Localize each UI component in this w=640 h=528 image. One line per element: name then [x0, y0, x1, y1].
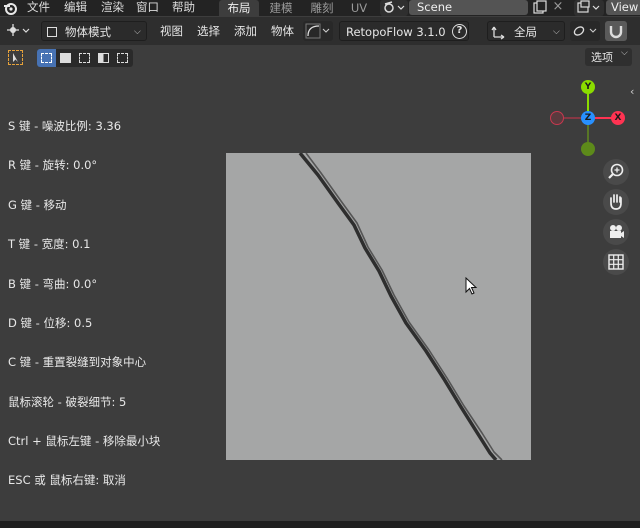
editor-type-button[interactable] [3, 21, 35, 41]
gizmo-x-label: X [614, 113, 622, 123]
select-tool-button[interactable] [8, 50, 23, 65]
zoom-button[interactable] [603, 159, 629, 185]
options-dropdown[interactable]: 选项 ⌵ [585, 48, 632, 66]
menu-help[interactable]: 帮助 [172, 0, 195, 16]
menu-add[interactable]: 添加 [234, 21, 257, 41]
status-bar [0, 521, 640, 528]
select-invert-icon [98, 53, 109, 63]
select-subtract-button[interactable] [75, 49, 94, 67]
hint-move: G 键 - 移动 [8, 198, 67, 212]
cursor-arrow-icon [13, 53, 18, 62]
object-mode-icon [47, 27, 57, 37]
help-icon[interactable]: ? [452, 24, 467, 39]
hint-offset: D 键 - 位移: 0.5 [8, 316, 93, 330]
curve-icon [305, 23, 330, 39]
view-layer-icon [577, 0, 600, 13]
viewport-header: 物体模式 ⌵ 视图 选择 添加 物体 RetopoFlow 3.1.0 ? 全局… [0, 17, 640, 45]
select-extend-button[interactable] [56, 49, 75, 67]
menu-file[interactable]: 文件 [27, 0, 50, 16]
hint-cancel: ESC 或 鼠标右键: 取消 [8, 473, 126, 487]
link-icon [573, 26, 597, 36]
hint-rotation: R 键 - 旋转: 0.0° [8, 158, 98, 172]
orientation-label: 全局 [514, 25, 537, 39]
view-layer-field[interactable]: View [606, 0, 640, 15]
transform-orientation-dropdown[interactable]: 全局 ⌵ [487, 21, 565, 41]
snap-toggle[interactable] [605, 21, 627, 41]
camera-view-button[interactable] [603, 219, 629, 245]
select-intersect-icon [117, 53, 128, 63]
selection-mode-group [37, 49, 133, 67]
zoom-icon [608, 163, 624, 179]
gpencil-dropdown[interactable] [303, 21, 333, 41]
retopoflow-label: RetopoFlow 3.1.0 [346, 25, 446, 39]
scene-icon [384, 1, 405, 13]
pan-button[interactable] [603, 189, 629, 215]
menu-window[interactable]: 窗口 [136, 0, 159, 16]
hint-fracture-detail: 鼠标滚轮 - 破裂细节: 5 [8, 395, 127, 409]
mouse-cursor-icon [465, 276, 479, 297]
hint-bend: B 键 - 弯曲: 0.0° [8, 277, 98, 291]
hint-remove-smallest: Ctrl + 鼠标左键 - 移除最小块 [8, 434, 161, 448]
options-label: 选项 [591, 51, 613, 64]
chevron-down-icon: ⌵ [553, 27, 560, 37]
grid-icon [608, 254, 624, 270]
menu-render[interactable]: 渲染 [101, 0, 124, 16]
navigation-gizmo[interactable]: Y X Z [545, 78, 635, 162]
crack-line [298, 151, 503, 462]
gizmo-neg-x-axis[interactable] [550, 111, 564, 125]
hand-icon [610, 194, 622, 210]
hint-width: T 键 - 宽度: 0.1 [8, 237, 91, 251]
select-set-button[interactable] [37, 49, 56, 67]
gizmo-neg-y-axis[interactable] [581, 142, 595, 156]
chevron-down-icon: ⌵ [134, 27, 141, 37]
view-layer-name: View [611, 0, 639, 14]
gizmo-y-axis[interactable]: Y [581, 80, 595, 94]
scene-name-field[interactable]: Scene [409, 0, 528, 15]
chevron-down-icon: ⌵ [621, 48, 628, 58]
select-invert-button[interactable] [94, 49, 113, 67]
tab-uv[interactable]: UV [344, 0, 374, 17]
view-layer-browse-button[interactable] [574, 0, 604, 16]
select-set-icon [41, 53, 52, 63]
select-extend-icon [60, 53, 71, 63]
tab-modeling[interactable]: 建模 [262, 0, 300, 17]
editor-type-icon [7, 24, 30, 36]
top-menu-bar: 文件 编辑 渲染 窗口 帮助 布局 建模 雕刻 UV Scene × View [0, 0, 640, 17]
object-mode-label: 物体模式 [65, 25, 111, 39]
object-mode-dropdown[interactable]: 物体模式 ⌵ [41, 21, 147, 41]
scene-copy-icon[interactable] [530, 0, 548, 16]
menu-select[interactable]: 选择 [197, 21, 220, 41]
orientation-icon [491, 26, 505, 40]
tab-layout[interactable]: 布局 [219, 0, 259, 17]
blender-logo-icon[interactable] [3, 1, 17, 15]
render-canvas [226, 151, 531, 462]
scene-name: Scene [417, 0, 453, 14]
gizmo-y-label: Y [584, 82, 592, 92]
scene-close-icon[interactable]: × [550, 0, 566, 16]
scene-browse-button[interactable] [380, 0, 408, 16]
tool-settings-row: 选项 ⌵ [0, 45, 640, 69]
menu-view[interactable]: 视图 [160, 21, 183, 41]
gizmo-z-axis[interactable]: Z [581, 111, 595, 125]
retopoflow-dropdown[interactable]: RetopoFlow 3.1.0 ? [339, 21, 469, 41]
select-intersect-button[interactable] [113, 49, 133, 67]
menu-edit[interactable]: 编辑 [64, 0, 87, 16]
gizmo-z-label: Z [584, 113, 592, 123]
camera-icon [610, 225, 624, 238]
tab-sculpting[interactable]: 雕刻 [303, 0, 341, 17]
select-subtract-icon [79, 53, 90, 63]
pivot-dropdown[interactable] [570, 21, 600, 41]
hint-noise-scale: S 键 - 噪波比例: 3.36 [8, 119, 122, 133]
perspective-toggle-button[interactable] [603, 249, 629, 275]
magnet-icon [609, 26, 623, 39]
gizmo-x-axis[interactable]: X [611, 111, 625, 125]
menu-object[interactable]: 物体 [271, 21, 294, 41]
hint-reset-center: C 键 - 重置裂缝到对象中心 [8, 355, 147, 369]
